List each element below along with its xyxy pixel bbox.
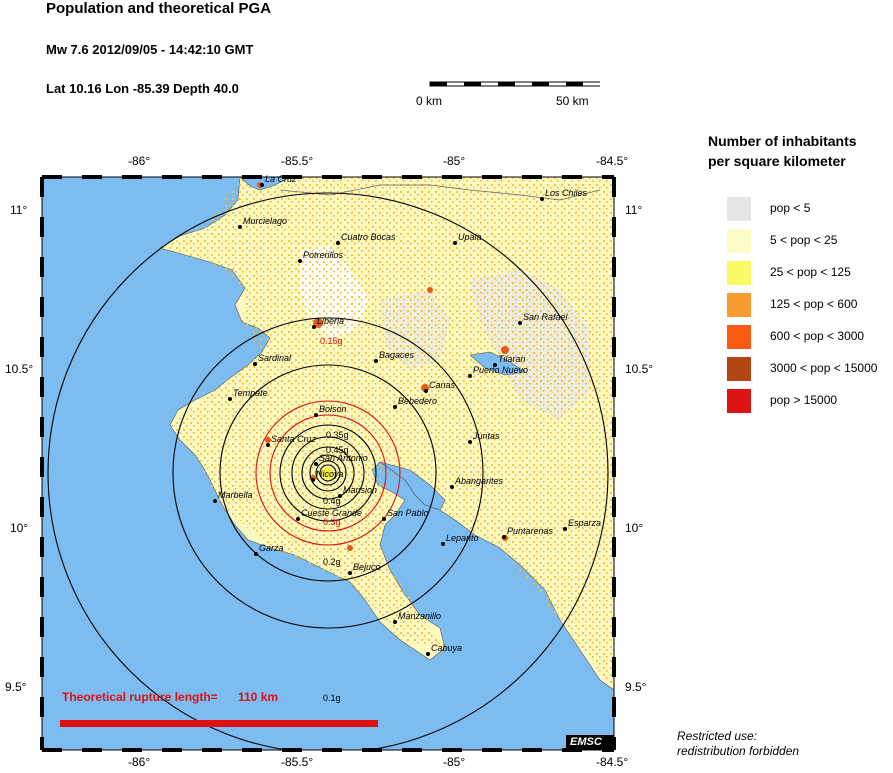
epicenter-rings	[322, 467, 334, 479]
rupture-label: Theoretical rupture length=	[62, 690, 218, 704]
x-tick-bottom: -85.5°	[281, 755, 314, 769]
y-tick-left: 10.5°	[5, 362, 34, 376]
y-tick-right: 9.5°	[625, 680, 647, 694]
x-tick-top: -85.5°	[281, 154, 314, 168]
usage-notice-line2: redistribution forbidden	[677, 744, 800, 758]
legend-swatch	[727, 197, 751, 221]
rupture-value: 110 km	[238, 690, 279, 704]
legend-label: 25 < pop < 125	[770, 265, 851, 279]
y-tick-right: 10.5°	[625, 362, 654, 376]
legend-swatch	[727, 293, 751, 317]
pga-label: 0.45g	[326, 445, 349, 455]
x-tick-bottom: -84.5°	[596, 755, 629, 769]
usage-notice-line1: Restricted use:	[677, 729, 758, 743]
legend-swatch	[727, 261, 751, 285]
pga-label: 0.3g	[323, 517, 341, 527]
pga-label: 0.15g	[320, 336, 343, 346]
legend-swatch	[727, 357, 751, 381]
usage-notice: Restricted use: redistribution forbidden	[677, 729, 799, 759]
legend-title: Number of inhabitants per square kilomet…	[708, 131, 857, 171]
pga-label: 0.35g	[326, 430, 349, 440]
y-tick-left: 10°	[10, 521, 29, 535]
legend-swatch	[727, 229, 751, 253]
x-tick-top: -85°	[443, 154, 466, 168]
y-tick-left: 11°	[10, 203, 28, 217]
x-tick-bottom: -85°	[443, 755, 466, 769]
legend-title-line2: per square kilometer	[708, 153, 846, 169]
pga-label: 0.1g	[323, 693, 341, 703]
pga-label: 0.2g	[323, 557, 341, 567]
legend-swatch	[727, 389, 751, 413]
map	[40, 175, 616, 752]
legend-title-line1: Number of inhabitants	[708, 133, 857, 149]
emsc-logo: EMSC	[570, 736, 602, 748]
legend-swatch	[727, 325, 751, 349]
legend-label: 600 < pop < 3000	[770, 329, 865, 343]
y-tick-left: 9.5°	[5, 680, 27, 694]
legend-label: 3000 < pop < 15000	[770, 361, 878, 375]
rupture-bar	[60, 720, 378, 727]
y-tick-right: 11°	[625, 203, 643, 217]
legend-label: pop < 5	[770, 201, 811, 215]
legend-label: 125 < pop < 600	[770, 297, 858, 311]
pga-label: 0.4g	[323, 496, 341, 506]
x-tick-bottom: -86°	[128, 755, 151, 769]
x-tick-top: -84.5°	[596, 154, 629, 168]
y-tick-right: 10°	[625, 521, 644, 535]
legend-label: 5 < pop < 25	[770, 233, 838, 247]
legend-label: pop > 15000	[770, 393, 838, 407]
x-tick-top: -86°	[128, 154, 151, 168]
